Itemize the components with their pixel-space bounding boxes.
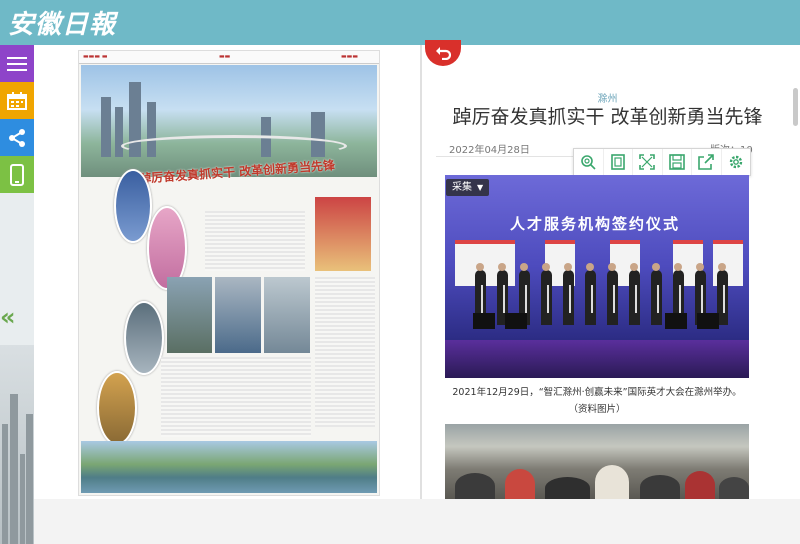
fullscreen-icon: [639, 154, 656, 170]
paper-photo-circle: [124, 301, 164, 375]
paper-masthead: ▬▬▬ ▬ ▬▬ ▬▬▬: [79, 51, 379, 64]
article-scrollbar[interactable]: [793, 88, 798, 126]
paper-photo-circle: [97, 371, 137, 445]
paper-photo: [167, 277, 212, 353]
share-icon: [9, 128, 25, 147]
caption-source: （资料图片）: [568, 404, 626, 415]
paper-photo: [315, 197, 371, 271]
menu-button[interactable]: [0, 45, 34, 82]
save-button[interactable]: [663, 149, 692, 175]
photo-banner-text: 人才服务机构签约仪式: [509, 215, 680, 233]
share-button[interactable]: [0, 119, 34, 156]
fullscreen-button[interactable]: [633, 149, 663, 175]
paper-bottom-photo: [81, 441, 377, 493]
paper-photo: [264, 277, 310, 353]
export-button[interactable]: [692, 149, 722, 175]
paper-photo-circle: [114, 169, 152, 243]
image-collect-dropdown[interactable]: 采集 ▼: [446, 179, 490, 196]
article-title: 踔厉奋发真抓实干 改革创新勇当先锋: [452, 106, 763, 128]
fit-page-button[interactable]: [604, 149, 633, 175]
article-date: 2022年04月28日: [449, 145, 530, 156]
mobile-button[interactable]: [0, 156, 34, 193]
caption-line: 2021年12月29日，“智汇滁州·创赢未来”国际英才大会在滁州举办。: [452, 387, 742, 398]
settings-icon: [729, 155, 742, 169]
photo-caption: 2021年12月29日，“智汇滁州·创赢未来”国际英才大会在滁州举办。 （资料图…: [430, 384, 764, 418]
newspaper-page-thumbnail[interactable]: ▬▬▬ ▬ ▬▬ ▬▬▬ 踔厉奋发真抓实干 改革创新勇当先锋: [78, 50, 380, 496]
export-icon: [698, 154, 715, 170]
site-logo[interactable]: 安徽日報: [8, 4, 116, 41]
zoom-search-icon: [581, 155, 596, 170]
sidebar: «: [0, 45, 34, 544]
fit-page-icon: [610, 154, 625, 170]
article-photo-signing-ceremony[interactable]: 人才服务机构签约仪式: [445, 175, 749, 378]
chevron-down-icon: ▼: [477, 183, 484, 192]
top-bar: 安徽日報: [0, 0, 800, 45]
mobile-phone-icon: [10, 163, 24, 186]
settings-button[interactable]: [722, 149, 751, 175]
paper-text-block: [205, 211, 305, 271]
paper-text-block: [315, 277, 375, 427]
article-photo-exhibition[interactable]: [445, 424, 749, 499]
save-icon: [668, 154, 685, 170]
image-collect-label: 采集: [452, 182, 472, 193]
collapse-arrows-icon[interactable]: «: [0, 303, 16, 331]
city-skyline-decoration: [0, 345, 34, 544]
calendar-button[interactable]: [0, 82, 34, 119]
back-arrow-icon: [436, 47, 451, 60]
hamburger-menu-icon: [7, 56, 27, 71]
article-toolbar: [573, 148, 751, 176]
calendar-icon: [7, 91, 27, 110]
zoom-button[interactable]: [574, 149, 604, 175]
paper-text-block: [161, 357, 311, 437]
paper-photo: [215, 277, 261, 353]
